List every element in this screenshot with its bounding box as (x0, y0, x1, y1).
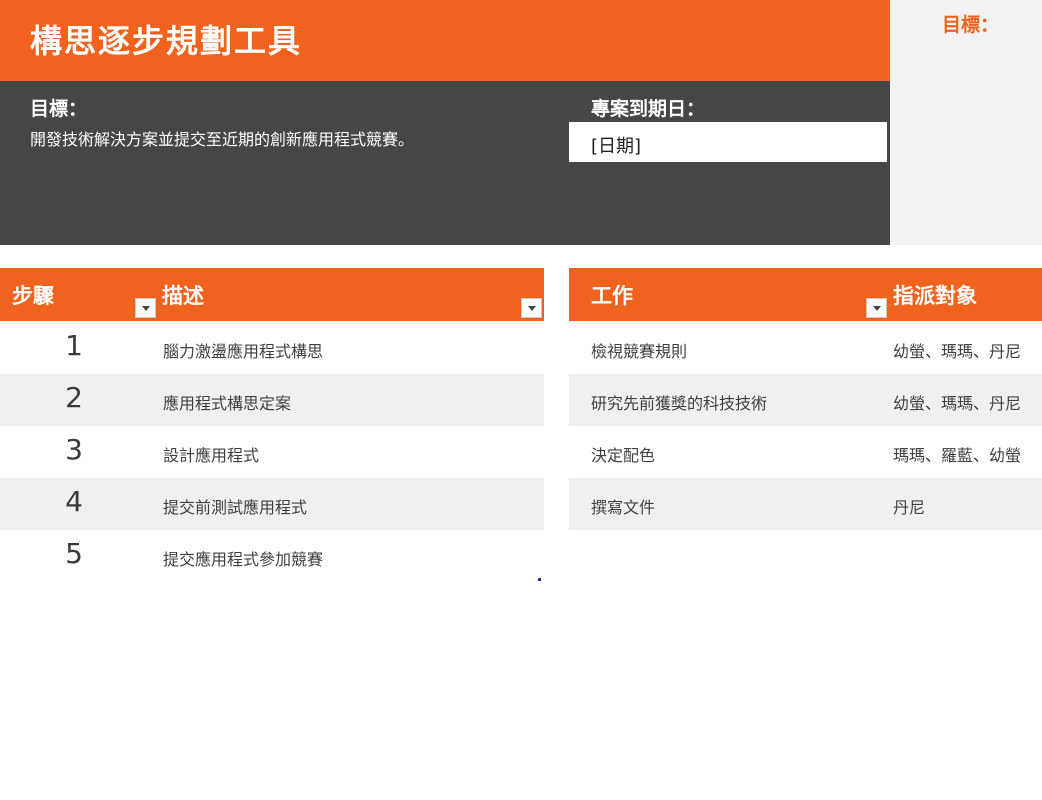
app-title: 構思逐步規劃工具 (30, 22, 303, 60)
step-column-header[interactable]: 步驟 (12, 280, 54, 310)
assignee-column-header[interactable]: 指派對象 (893, 280, 977, 310)
step-number[interactable]: 5 (54, 537, 94, 570)
goal-text[interactable]: 開發技術解決方案並提交至近期的創新應用程式競賽。 (30, 126, 414, 150)
step-number[interactable]: 2 (54, 381, 94, 414)
step-description[interactable]: 提交應用程式參加競賽 (163, 546, 323, 570)
task-name[interactable]: 決定配色 (591, 442, 655, 466)
task-assignee[interactable]: 幼螢、瑪瑪、丹尼 (893, 338, 1021, 362)
step-description[interactable]: 腦力激盪應用程式構思 (163, 338, 323, 362)
table-resize-handle[interactable] (538, 578, 541, 581)
task-column-header[interactable]: 工作 (591, 280, 633, 310)
chevron-down-icon (527, 305, 536, 311)
goal-label: 目標： (30, 98, 88, 120)
steps-table-header (0, 268, 544, 321)
task-name[interactable]: 檢視競賽規則 (591, 338, 687, 362)
task-filter-button[interactable] (866, 298, 887, 318)
step-filter-button[interactable] (135, 298, 156, 318)
step-description[interactable]: 設計應用程式 (163, 442, 259, 466)
task-assignee[interactable]: 瑪瑪、羅藍、幼螢 (893, 442, 1021, 466)
due-date-label: 專案到期日： (591, 98, 706, 120)
side-goal-label: 目標： (942, 14, 1000, 36)
description-filter-button[interactable] (521, 298, 542, 318)
step-number[interactable]: 1 (54, 329, 94, 362)
due-date-field[interactable] (569, 122, 887, 162)
chevron-down-icon (141, 305, 150, 311)
step-number[interactable]: 4 (54, 485, 94, 518)
task-assignee[interactable]: 幼螢、瑪瑪、丹尼 (893, 390, 1021, 414)
description-column-header[interactable]: 描述 (162, 280, 204, 310)
step-description[interactable]: 應用程式構思定案 (163, 390, 291, 414)
task-name[interactable]: 撰寫文件 (591, 494, 655, 518)
step-number[interactable]: 3 (54, 433, 94, 466)
step-description[interactable]: 提交前測試應用程式 (163, 494, 307, 518)
project-info-panel (0, 81, 890, 245)
task-name[interactable]: 研究先前獲獎的科技技術 (591, 390, 767, 414)
chevron-down-icon (872, 305, 881, 311)
task-assignee[interactable]: 丹尼 (893, 494, 925, 518)
